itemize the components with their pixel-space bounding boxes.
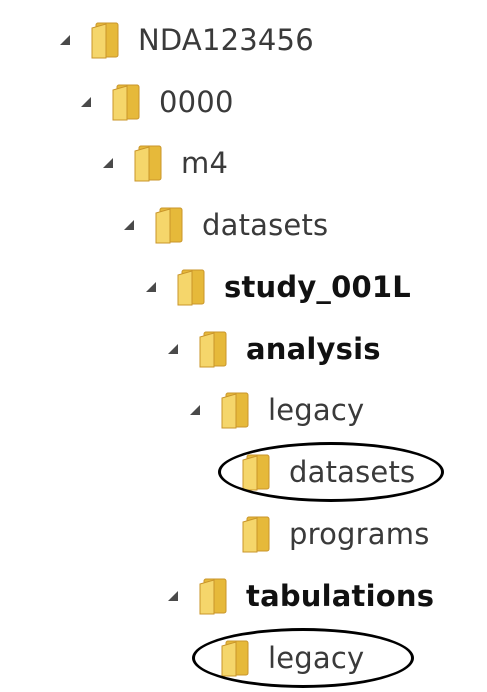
tree-node-label: analysis: [246, 332, 381, 366]
tree-node-datasets[interactable]: datasets: [120, 201, 328, 249]
folder-icon: [91, 22, 119, 59]
tree-node-analysis[interactable]: analysis: [164, 325, 381, 373]
expanded-arrow-icon[interactable]: [186, 401, 204, 419]
folder-icon: [221, 640, 249, 677]
folder-icon: [199, 578, 227, 615]
tree-node-label: programs: [289, 517, 430, 551]
tree-node-tabulations[interactable]: tabulations: [164, 572, 434, 620]
folder-icon: [155, 207, 183, 244]
tree-node-legacy[interactable]: legacy: [186, 386, 364, 434]
tree-node-tabulations-legacy[interactable]: legacy: [186, 634, 364, 682]
expanded-arrow-icon[interactable]: [56, 31, 74, 49]
tree-node-label: study_001L: [224, 270, 411, 304]
expanded-arrow-icon[interactable]: [164, 587, 182, 605]
tree-node-programs[interactable]: programs: [207, 510, 430, 558]
tree-node-label: legacy: [268, 641, 365, 675]
expanded-arrow-icon[interactable]: [99, 154, 117, 172]
folder-icon: [177, 269, 205, 306]
folder-icon: [221, 392, 249, 429]
tree-node-label: datasets: [202, 208, 329, 242]
expanded-arrow-icon[interactable]: [142, 278, 160, 296]
tree-node-label: tabulations: [246, 579, 435, 613]
folder-icon: [112, 84, 140, 121]
tree-node-label: datasets: [289, 455, 416, 489]
folder-icon: [134, 145, 162, 182]
folder-icon: [242, 454, 270, 491]
tree-node-label: 0000: [159, 85, 234, 119]
tree-node-label: m4: [181, 146, 229, 180]
tree-node-0000[interactable]: 0000: [77, 78, 234, 126]
folder-tree: NDA123456 0000 m4 datasets study_001L an…: [0, 0, 487, 692]
tree-node-legacy-datasets[interactable]: datasets: [207, 448, 415, 496]
tree-node-m4[interactable]: m4: [99, 139, 228, 187]
folder-icon: [199, 331, 227, 368]
expanded-arrow-icon[interactable]: [164, 340, 182, 358]
expanded-arrow-icon[interactable]: [120, 216, 138, 234]
tree-node-study-001l[interactable]: study_001L: [142, 263, 411, 311]
tree-node-label: NDA123456: [138, 23, 314, 57]
folder-icon: [242, 516, 270, 553]
tree-node-nda123456[interactable]: NDA123456: [56, 16, 314, 64]
tree-node-label: legacy: [268, 393, 365, 427]
expanded-arrow-icon[interactable]: [77, 93, 95, 111]
